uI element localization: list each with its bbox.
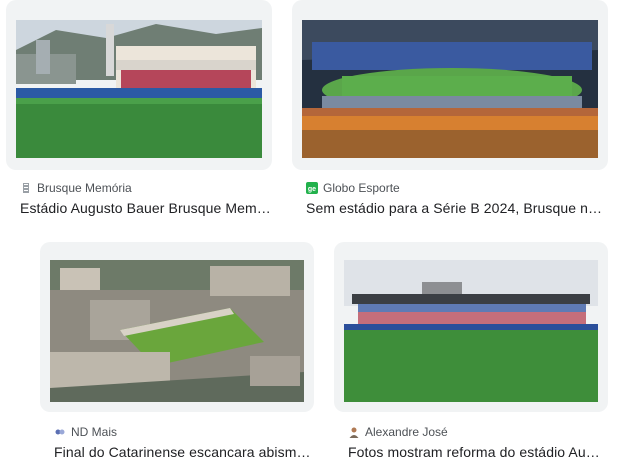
image-result-card[interactable]: Brusque Memória Estádio Augusto Bauer Br… [6,0,274,230]
image-result-card[interactable]: ge Globo Esporte Sem estádio para a Séri… [292,0,608,230]
result-source[interactable]: ND Mais [54,425,117,439]
stadium-photo-field-level [344,260,598,402]
stadium-photo-aerial [50,260,304,402]
image-result-card[interactable]: Alexandre José Fotos mostram reforma do … [334,242,608,464]
result-thumbnail[interactable] [302,20,598,158]
source-name: ND Mais [71,425,118,439]
building-icon [20,182,32,194]
result-source[interactable]: Brusque Memória [20,181,132,195]
person-icon [348,426,360,438]
source-name: Alexandre José [365,425,448,439]
result-title[interactable]: Sem estádio para a Série B 2024, Brusque… [306,200,608,216]
result-source[interactable]: ge Globo Esporte [306,181,400,195]
result-title[interactable]: Fotos mostram reforma do estádio Augusto… [348,444,606,460]
result-thumbnail[interactable] [16,20,262,158]
result-thumbnail[interactable] [50,260,304,402]
globo-esporte-logo-icon: ge [306,182,318,194]
image-result-card[interactable]: ND Mais Final do Catarinense escancara a… [40,242,314,464]
source-name: Brusque Memória [37,181,132,195]
svg-text:ge: ge [308,186,316,193]
stadium-photo-crowd [302,20,598,158]
result-title[interactable]: Estádio Augusto Bauer Brusque Memória [20,200,274,216]
result-title[interactable]: Final do Catarinense escancara abismo en… [54,444,312,460]
source-name: Globo Esporte [323,181,400,195]
stadium-photo-grandstand [16,20,262,158]
nd-mais-logo-icon [54,426,66,438]
result-thumbnail[interactable] [344,260,598,402]
result-source[interactable]: Alexandre José [348,425,448,439]
